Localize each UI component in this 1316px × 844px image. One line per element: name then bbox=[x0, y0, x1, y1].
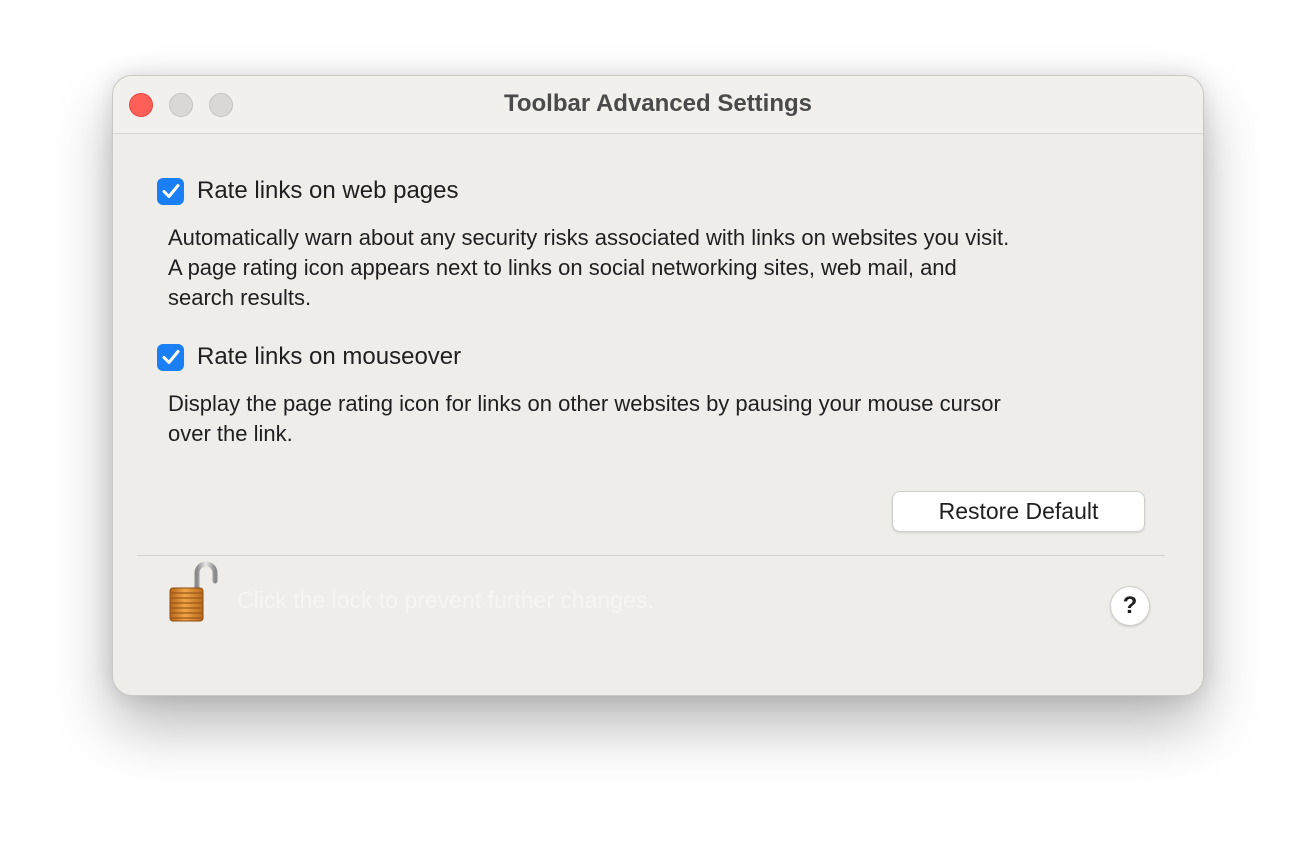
description-line: over the link. bbox=[168, 421, 293, 446]
rate-links-mouseover-checkbox[interactable] bbox=[157, 343, 184, 371]
unlocked-padlock-icon[interactable] bbox=[166, 559, 222, 625]
rate-links-web-pages-description: Automatically warn about any security ri… bbox=[168, 223, 1168, 313]
settings-window: Toolbar Advanced Settings Rate links on … bbox=[112, 75, 1204, 696]
footer-divider bbox=[137, 555, 1165, 556]
rate-links-mouseover-option[interactable]: Rate links on mouseover bbox=[157, 342, 461, 372]
description-line: Display the page rating icon for links o… bbox=[168, 391, 1001, 416]
rate-links-web-pages-option[interactable]: Rate links on web pages bbox=[157, 176, 459, 206]
rate-links-web-pages-label[interactable]: Rate links on web pages bbox=[197, 177, 459, 205]
rate-links-web-pages-checkbox[interactable] bbox=[157, 177, 184, 205]
checkmark-icon bbox=[162, 350, 179, 364]
checkmark-icon bbox=[162, 184, 179, 198]
rate-links-mouseover-description: Display the page rating icon for links o… bbox=[168, 389, 1168, 449]
restore-default-button[interactable]: Restore Default bbox=[892, 491, 1145, 532]
help-button[interactable]: ? bbox=[1110, 586, 1150, 626]
description-line: Automatically warn about any security ri… bbox=[168, 225, 1010, 250]
description-line: A page rating icon appears next to links… bbox=[168, 255, 957, 280]
description-line: search results. bbox=[168, 285, 312, 310]
window-title: Toolbar Advanced Settings bbox=[503, 90, 813, 117]
title-bar[interactable]: Toolbar Advanced Settings bbox=[113, 76, 1203, 134]
lock-status-text: Click the lock to prevent further change… bbox=[237, 587, 654, 613]
rate-links-mouseover-label[interactable]: Rate links on mouseover bbox=[197, 343, 461, 371]
